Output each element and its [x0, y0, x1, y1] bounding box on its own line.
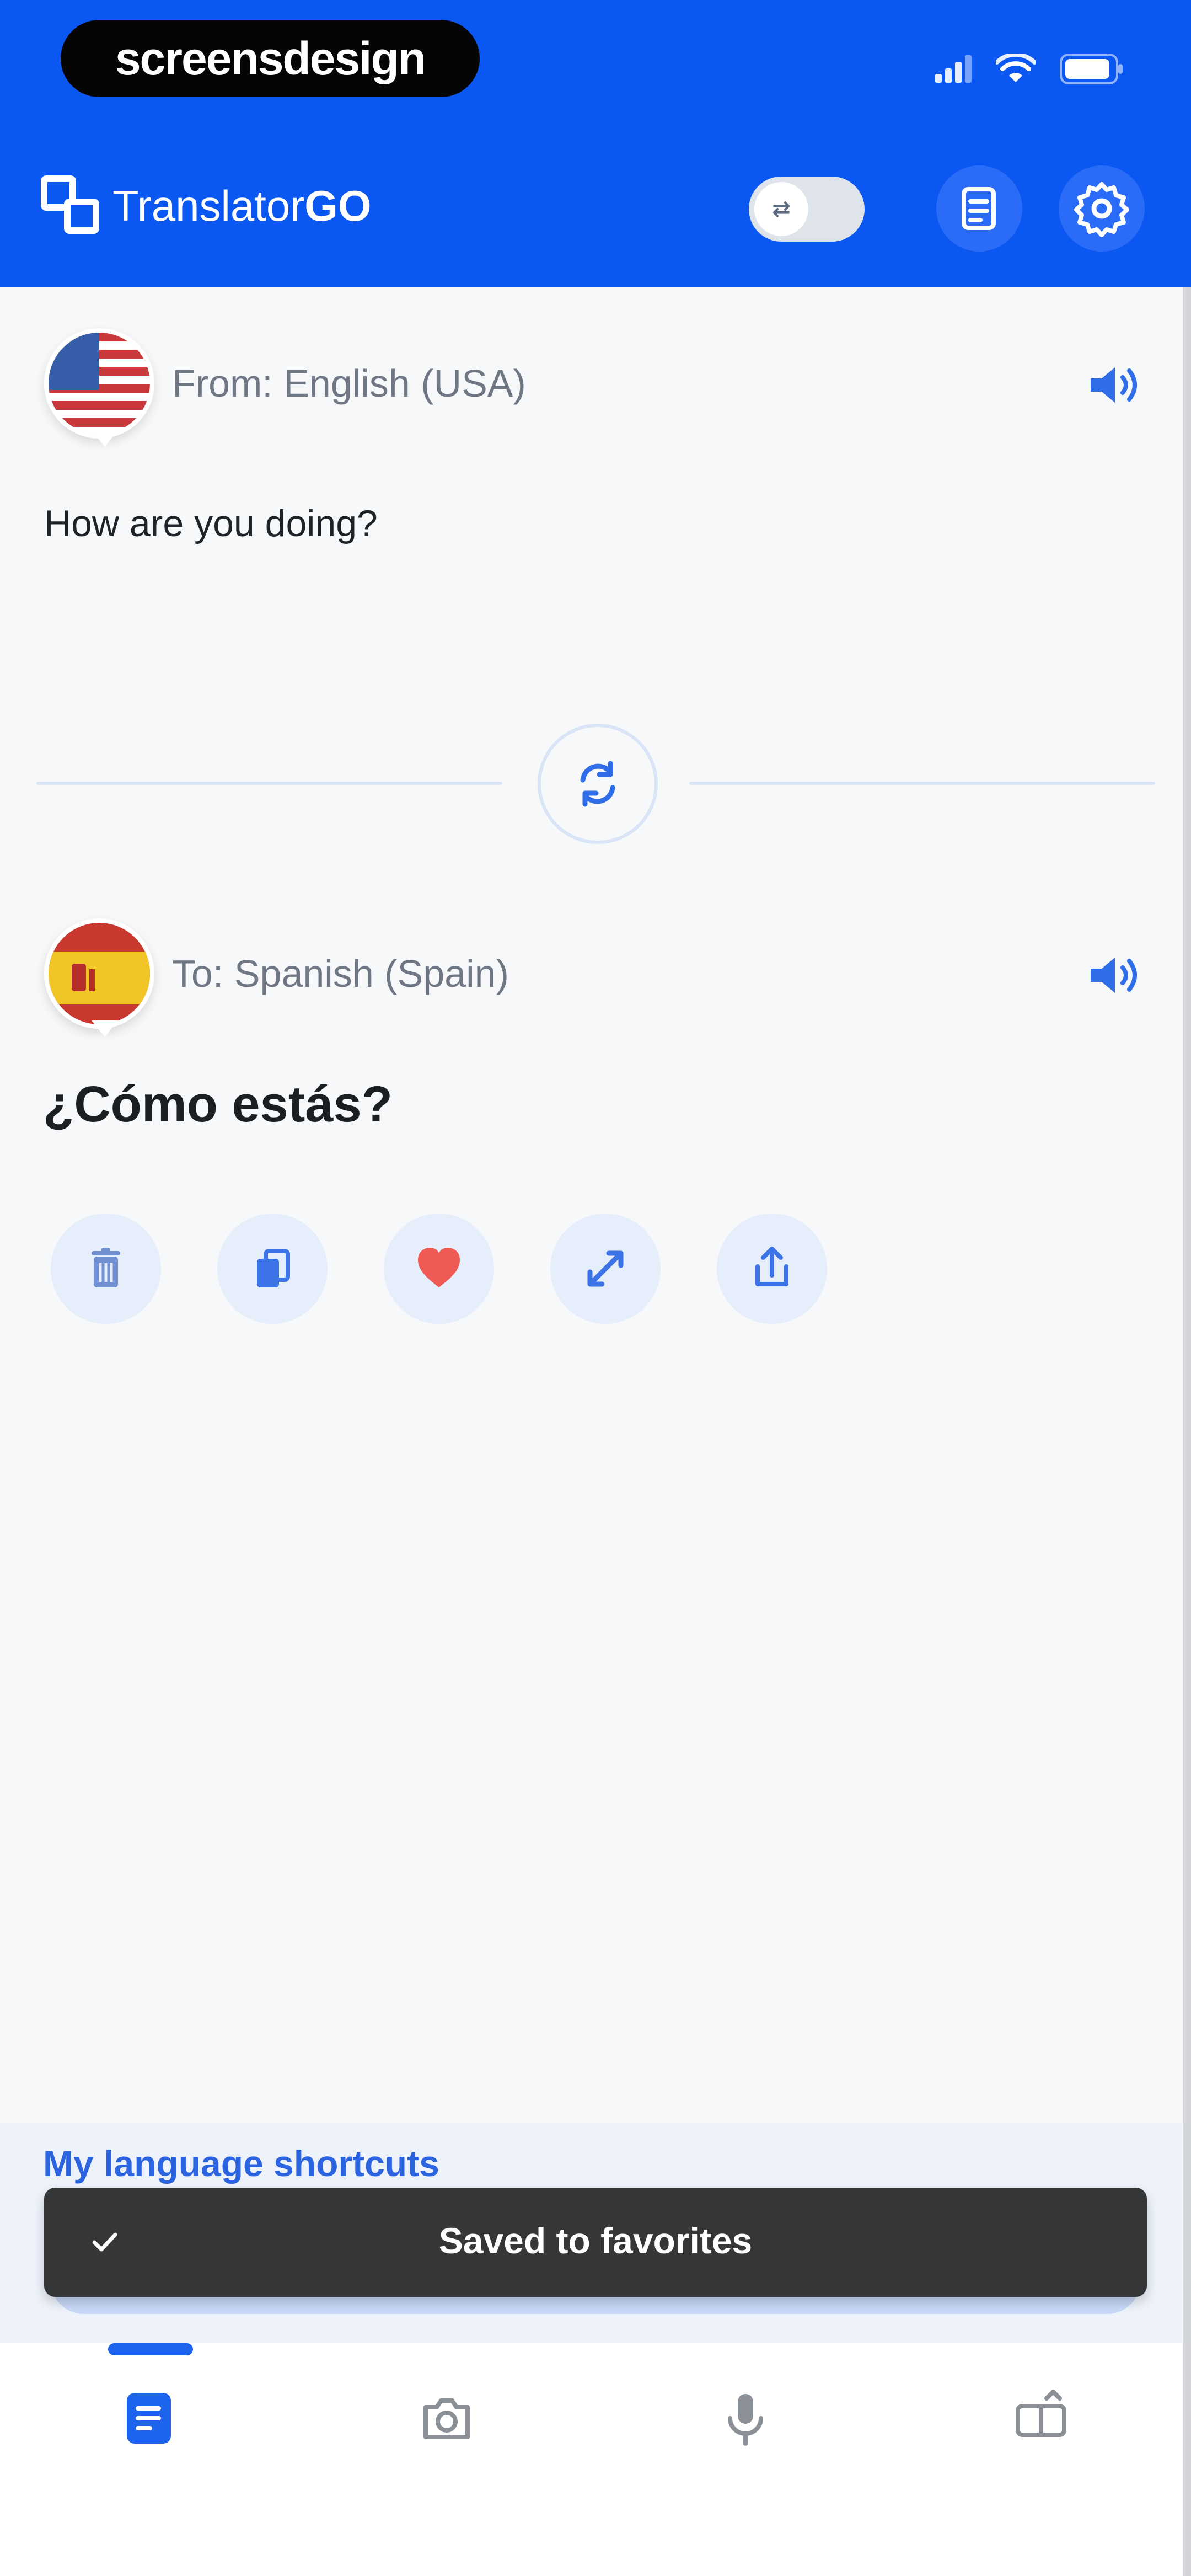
toast-message: Saved to favorites	[438, 2220, 753, 2261]
app-logo-icon	[41, 175, 101, 236]
signal-icon	[935, 55, 972, 83]
history-icon	[962, 187, 996, 230]
battery-icon	[1060, 54, 1125, 84]
spain-flag-icon	[44, 918, 154, 1029]
divider-left	[36, 782, 502, 785]
copy-icon	[257, 1249, 290, 1287]
toggle-knob: ⇄	[754, 182, 808, 236]
translator-screen: screensdesign TranslatorGO ⇄ From: Engli…	[0, 0, 1191, 2576]
history-button[interactable]	[936, 165, 1022, 252]
top-app-bar: screensdesign TranslatorGO ⇄	[0, 0, 1191, 287]
settings-button[interactable]	[1059, 165, 1145, 252]
camera-icon	[423, 2398, 470, 2439]
speaker-icon	[1091, 958, 1137, 993]
document-icon	[127, 2393, 171, 2444]
app-brand: TranslatorGO	[41, 175, 372, 236]
translated-text[interactable]: ¿Cómo estás?	[43, 1076, 393, 1134]
us-flag-icon	[44, 328, 154, 439]
nav-camera-translate[interactable]	[408, 2380, 485, 2457]
language-shortcuts-title[interactable]: My language shortcuts	[43, 2142, 439, 2184]
badge-text: screensdesign	[115, 32, 426, 84]
target-language-row[interactable]: To: Spanish (Spain)	[44, 916, 1147, 1037]
source-language-row[interactable]: From: English (USA)	[44, 325, 1147, 447]
screen-recording-badge: screensdesign	[61, 20, 480, 97]
divider-right	[689, 782, 1155, 785]
source-text[interactable]: How are you doing?	[44, 502, 378, 545]
nav-text-translate[interactable]	[110, 2380, 187, 2457]
source-speak-button[interactable]	[1081, 352, 1147, 418]
expand-icon	[587, 1250, 624, 1287]
heart-icon	[418, 1248, 460, 1287]
active-tab-indicator	[108, 2343, 193, 2355]
speaker-icon	[1091, 367, 1137, 403]
gear-icon	[1074, 182, 1129, 237]
source-language-label: From: English (USA)	[172, 362, 526, 405]
app-title-part1: Translator	[112, 181, 305, 230]
nav-conversation[interactable]	[1002, 2380, 1080, 2457]
share-icon	[755, 1247, 788, 1286]
app-title: TranslatorGO	[112, 181, 372, 231]
target-language-label: To: Spanish (Spain)	[172, 952, 509, 995]
swap-icon	[580, 761, 615, 807]
fullscreen-button[interactable]	[550, 1214, 661, 1324]
share-button[interactable]	[717, 1214, 827, 1324]
copy-button[interactable]	[217, 1214, 328, 1324]
wifi-icon	[996, 54, 1036, 84]
microphone-icon	[728, 2394, 763, 2446]
favorite-button[interactable]	[384, 1214, 494, 1324]
delete-button[interactable]	[51, 1214, 161, 1324]
conversation-icon	[1016, 2390, 1066, 2437]
device-edge	[1183, 287, 1191, 2576]
trash-icon	[92, 1248, 120, 1287]
app-title-part2: GO	[304, 181, 372, 230]
saved-toast: Saved to favorites	[44, 2188, 1147, 2297]
nav-voice-translate[interactable]	[707, 2380, 784, 2457]
status-icons	[935, 44, 1125, 94]
target-speak-button[interactable]	[1081, 942, 1147, 1008]
swap-languages-button[interactable]	[538, 724, 658, 844]
bottom-navigation	[0, 2343, 1191, 2576]
translation-actions	[51, 1214, 827, 1324]
offline-mode-toggle[interactable]: ⇄	[749, 177, 865, 242]
